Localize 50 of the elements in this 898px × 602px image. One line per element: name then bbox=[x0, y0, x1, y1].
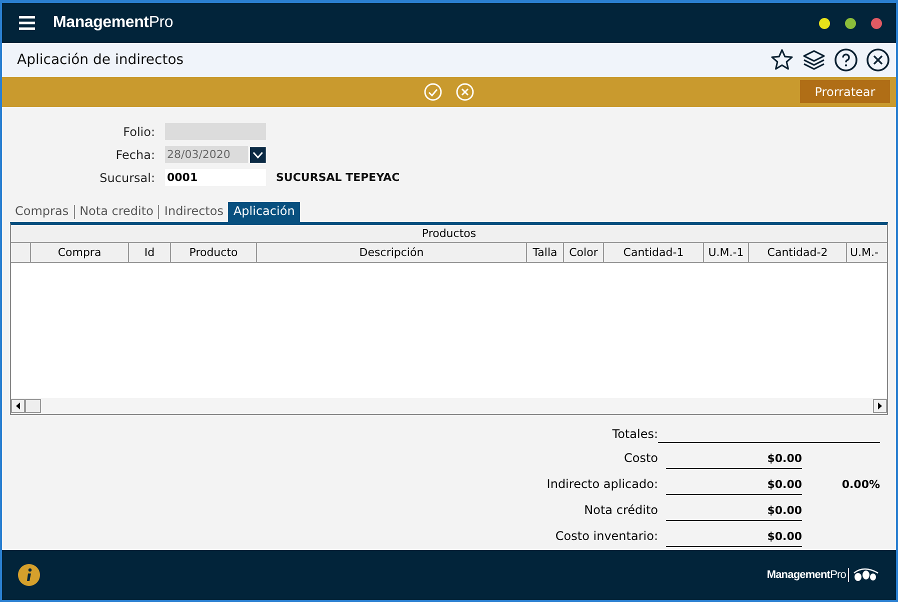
help-icon[interactable] bbox=[834, 48, 858, 72]
tab[interactable]: Compras bbox=[10, 202, 74, 222]
total-label: Costo inventario: bbox=[554, 528, 658, 545]
total-value: $0.00 bbox=[666, 469, 802, 495]
page-title: Aplicación de indirectos bbox=[17, 52, 184, 68]
total-label: Nota crédito bbox=[583, 502, 658, 519]
footer-logo: ManagementPro bbox=[766, 569, 846, 581]
column-header[interactable]: Id bbox=[129, 243, 171, 262]
totals-label: Totales: bbox=[611, 426, 658, 443]
date-field[interactable]: 28/03/2020 bbox=[165, 146, 248, 163]
field-label: Folio: bbox=[122, 124, 155, 138]
total-value: $0.00 bbox=[666, 521, 802, 547]
total-label: Costo bbox=[622, 450, 658, 467]
menu-icon[interactable] bbox=[19, 16, 35, 30]
column-header[interactable]: U.M.- bbox=[847, 243, 885, 262]
column-header[interactable]: Color bbox=[564, 243, 604, 262]
total-label: Indirecto aplicado: bbox=[546, 476, 658, 493]
prorratear-button[interactable]: Prorratear bbox=[800, 80, 890, 103]
maximize-button[interactable] bbox=[845, 18, 856, 28]
column-group-header: Productos bbox=[11, 225, 887, 243]
dropdown-button[interactable] bbox=[250, 146, 266, 162]
column-header[interactable]: Cantidad-1 bbox=[604, 243, 704, 262]
scroll-thumb[interactable] bbox=[25, 399, 41, 413]
scroll-right-button[interactable] bbox=[873, 399, 887, 413]
column-header[interactable]: Talla bbox=[527, 243, 564, 262]
tab[interactable]: Indirectos bbox=[159, 202, 228, 222]
close-icon[interactable] bbox=[866, 48, 890, 72]
minimize-button[interactable] bbox=[819, 18, 830, 28]
branch-name: SUCURSAL TEPEYAC bbox=[276, 171, 401, 184]
star-icon[interactable] bbox=[770, 48, 794, 72]
scroll-left-button[interactable] bbox=[11, 399, 25, 413]
close-button[interactable] bbox=[871, 18, 882, 28]
app-logo: ManagementPro bbox=[53, 14, 174, 32]
field-label: Sucursal: bbox=[98, 170, 155, 184]
sucursal-field[interactable]: 0001 bbox=[165, 169, 266, 186]
column-header[interactable]: Compra bbox=[31, 243, 129, 262]
confirm-icon[interactable] bbox=[424, 83, 442, 101]
total-value: $0.00 bbox=[666, 495, 802, 521]
info-icon[interactable] bbox=[18, 564, 40, 586]
column-header[interactable]: Producto bbox=[171, 243, 257, 262]
tab[interactable]: Nota credito bbox=[74, 202, 158, 222]
tab[interactable]: Aplicación bbox=[228, 202, 300, 222]
total-value: $0.00 bbox=[666, 443, 802, 469]
column-header[interactable]: U.M.-1 bbox=[704, 243, 749, 262]
cancel-icon[interactable] bbox=[456, 83, 474, 101]
percent-value: 0.00% bbox=[842, 478, 880, 491]
column-header[interactable]: Descripción bbox=[257, 243, 527, 262]
column-header[interactable]: Cantidad-2 bbox=[749, 243, 847, 262]
field-label: Fecha: bbox=[114, 148, 155, 162]
layers-icon[interactable] bbox=[802, 48, 826, 72]
